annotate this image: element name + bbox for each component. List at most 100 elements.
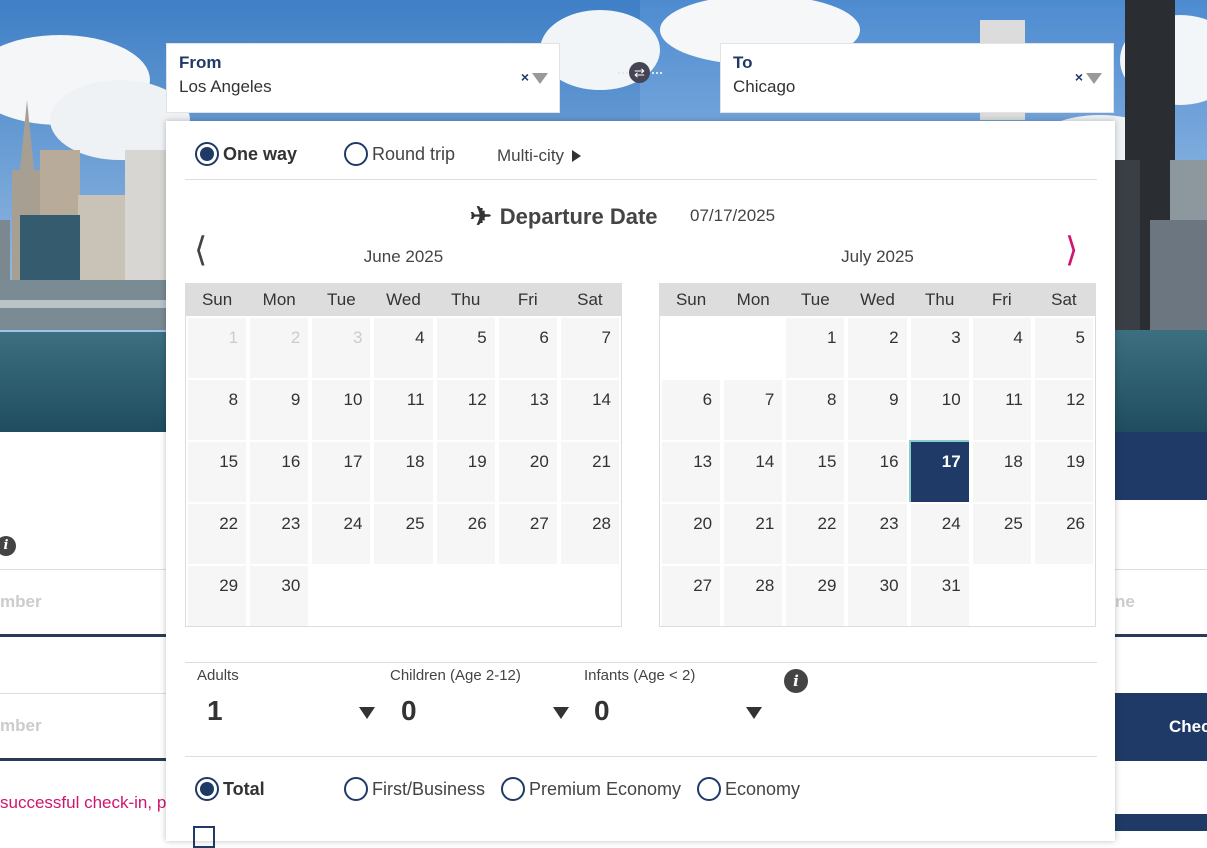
cabin-total-radio[interactable]: Total xyxy=(195,777,265,801)
day-cell[interactable]: 12 xyxy=(1034,380,1093,440)
day-cell[interactable]: 14 xyxy=(560,380,619,440)
trip-one-way-radio[interactable]: One way xyxy=(195,142,297,166)
day-cell[interactable]: 21 xyxy=(560,442,619,502)
day-cell[interactable]: 21 xyxy=(724,504,783,564)
day-cell[interactable]: 22 xyxy=(786,504,845,564)
radio-selected-icon xyxy=(195,777,219,801)
day-cell[interactable]: 16 xyxy=(250,442,309,502)
day-cell[interactable]: 16 xyxy=(848,442,907,502)
weekday-header: Sun Mon Tue Wed Thu Fri Sat xyxy=(186,284,621,316)
day-cell[interactable]: 2 xyxy=(848,318,907,378)
day-grid: 1 2 3 4 5 6 7 8 9 10 11 12 13 14 15 16 1… xyxy=(186,316,621,626)
day-cell[interactable]: 29 xyxy=(786,566,845,626)
chevron-down-icon[interactable] xyxy=(359,707,375,719)
day-cell[interactable]: 20 xyxy=(498,442,557,502)
day-cell[interactable]: 10 xyxy=(312,380,371,440)
adults-select-value[interactable]: 1 xyxy=(207,695,223,727)
day-cell[interactable]: 1 xyxy=(786,318,845,378)
from-value[interactable]: Los Angeles xyxy=(179,77,272,97)
day-cell[interactable]: 24 xyxy=(312,504,371,564)
day-cell[interactable]: 26 xyxy=(1034,504,1093,564)
month-title: July 2025 xyxy=(841,247,914,266)
swap-route[interactable]: ⇄ xyxy=(618,60,662,86)
cabin-economy-radio[interactable]: Economy xyxy=(697,777,800,801)
day-cell[interactable]: 22 xyxy=(188,504,247,564)
day-cell-disabled: 1 xyxy=(188,318,247,378)
chevron-down-icon[interactable] xyxy=(1086,73,1102,84)
from-field[interactable]: From Los Angeles × xyxy=(166,43,560,113)
multi-city-label: Multi-city xyxy=(497,146,565,165)
day-cell[interactable]: 27 xyxy=(662,566,721,626)
day-cell[interactable]: 13 xyxy=(662,442,721,502)
day-cell[interactable]: 29 xyxy=(188,566,247,626)
chevron-down-icon[interactable] xyxy=(553,707,569,719)
day-cell[interactable]: 5 xyxy=(1034,318,1093,378)
day-cell[interactable]: 27 xyxy=(498,504,557,564)
checkbox[interactable] xyxy=(193,826,215,848)
day-cell[interactable]: 18 xyxy=(374,442,433,502)
day-cell[interactable]: 11 xyxy=(374,380,433,440)
day-cell[interactable]: 28 xyxy=(560,504,619,564)
day-cell[interactable]: 19 xyxy=(436,442,495,502)
day-cell-disabled: 3 xyxy=(312,318,371,378)
chevron-down-icon[interactable] xyxy=(532,73,548,84)
day-cell[interactable]: 8 xyxy=(188,380,247,440)
day-cell[interactable]: 7 xyxy=(560,318,619,378)
day-cell[interactable]: 30 xyxy=(250,566,309,626)
day-cell[interactable]: 9 xyxy=(250,380,309,440)
day-cell[interactable]: 19 xyxy=(1034,442,1093,502)
trip-round-trip-radio[interactable]: Round trip xyxy=(344,142,455,166)
day-cell[interactable]: 6 xyxy=(662,380,721,440)
field-placeholder-fragment: ne xyxy=(1115,592,1135,611)
day-cell[interactable]: 31 xyxy=(910,566,969,626)
field-underline xyxy=(1115,634,1207,637)
empty-cell xyxy=(662,318,720,378)
day-cell[interactable]: 28 xyxy=(724,566,783,626)
day-cell[interactable]: 8 xyxy=(786,380,845,440)
notice-text-fragment: successful check-in, p xyxy=(0,793,167,812)
day-cell[interactable]: 13 xyxy=(498,380,557,440)
day-cell[interactable]: 5 xyxy=(436,318,495,378)
day-cell[interactable]: 11 xyxy=(972,380,1031,440)
day-cell[interactable]: 7 xyxy=(724,380,783,440)
day-cell[interactable]: 24 xyxy=(910,504,969,564)
day-cell[interactable]: 23 xyxy=(848,504,907,564)
day-cell[interactable]: 20 xyxy=(662,504,721,564)
day-cell-selected[interactable]: 17 xyxy=(910,442,969,502)
day-cell[interactable]: 25 xyxy=(972,504,1031,564)
day-cell[interactable]: 25 xyxy=(374,504,433,564)
day-cell[interactable]: 12 xyxy=(436,380,495,440)
day-cell[interactable]: 30 xyxy=(848,566,907,626)
day-cell[interactable]: 26 xyxy=(436,504,495,564)
clear-icon[interactable]: × xyxy=(521,69,529,85)
multi-city-link[interactable]: Multi-city xyxy=(497,146,582,166)
clear-icon[interactable]: × xyxy=(1075,69,1083,85)
cabin-first-business-radio[interactable]: First/Business xyxy=(344,777,485,801)
day-cell[interactable]: 10 xyxy=(910,380,969,440)
empty-cell xyxy=(437,566,495,626)
infants-select-value[interactable]: 0 xyxy=(594,695,610,727)
day-cell[interactable]: 15 xyxy=(188,442,247,502)
children-select-value[interactable]: 0 xyxy=(401,695,417,727)
weekday-label: Sat xyxy=(1051,290,1077,309)
chevron-down-icon[interactable] xyxy=(746,707,762,719)
day-cell[interactable]: 9 xyxy=(848,380,907,440)
to-field[interactable]: To Chicago × xyxy=(720,43,1114,113)
day-cell[interactable]: 3 xyxy=(910,318,969,378)
cabin-premium-economy-radio[interactable]: Premium Economy xyxy=(501,777,681,801)
day-cell[interactable]: 4 xyxy=(972,318,1031,378)
tab-block-right[interactable] xyxy=(1115,432,1207,500)
day-cell[interactable]: 6 xyxy=(498,318,557,378)
day-cell-disabled: 2 xyxy=(250,318,309,378)
day-cell[interactable]: 14 xyxy=(724,442,783,502)
day-cell[interactable]: 17 xyxy=(312,442,371,502)
play-arrow-icon xyxy=(572,150,582,162)
check-button[interactable]: Chec xyxy=(1115,693,1207,761)
swap-icon[interactable]: ⇄ xyxy=(629,62,650,83)
day-cell[interactable]: 4 xyxy=(374,318,433,378)
info-icon[interactable]: i xyxy=(784,669,808,693)
to-value[interactable]: Chicago xyxy=(733,77,795,97)
day-cell[interactable]: 18 xyxy=(972,442,1031,502)
day-cell[interactable]: 15 xyxy=(786,442,845,502)
day-cell[interactable]: 23 xyxy=(250,504,309,564)
